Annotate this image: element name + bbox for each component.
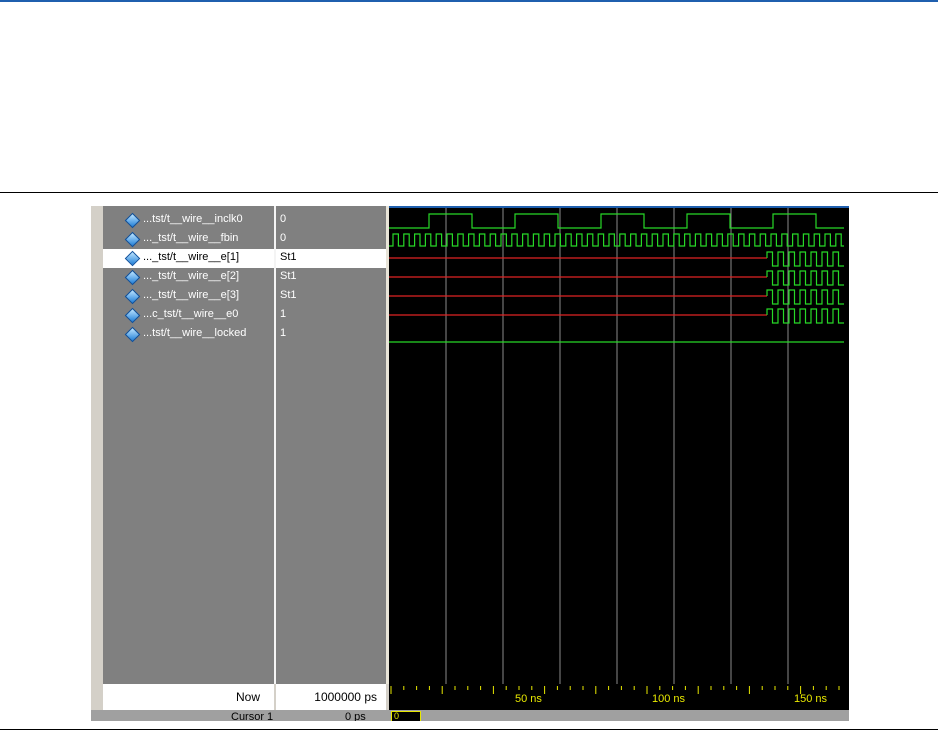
- timescale-ticks: [390, 686, 840, 694]
- signal-value: St1: [280, 270, 297, 282]
- timescale-label-100ns: 100 ns: [652, 693, 686, 705]
- now-label: Now: [235, 690, 260, 704]
- signal-value: 1: [280, 327, 287, 339]
- signal-value: 0: [280, 232, 287, 244]
- signal-row[interactable]: ...c_tst/t__wire__e0: [103, 306, 274, 325]
- value-row: St1: [276, 268, 386, 287]
- signal-name: ..._tst/t__wire__e[2]: [143, 270, 239, 282]
- wave-output-clock-2: [766, 270, 844, 286]
- signal-name: ..._tst/t__wire__e[3]: [143, 289, 239, 301]
- signal-value: 0: [280, 213, 287, 225]
- signal-diamond-icon: [124, 269, 141, 286]
- signal-value: 1: [280, 308, 287, 320]
- signal-name: ...c_tst/t__wire__e0: [143, 308, 239, 320]
- signal-diamond-icon: [124, 231, 141, 248]
- signal-diamond-icon: [124, 212, 141, 229]
- signal-row[interactable]: ...tst/t__wire__inclk0: [103, 211, 274, 230]
- signal-name: ..._tst/t__wire__e[1]: [143, 251, 239, 263]
- signal-diamond-icon: [124, 307, 141, 324]
- left-strip: [91, 206, 103, 684]
- signal-name: ...tst/t__wire__inclk0: [143, 213, 243, 225]
- cursor-label: Cursor 1: [231, 711, 274, 721]
- cursor-row[interactable]: Cursor 1 0 ps: [91, 710, 849, 721]
- signal-row-selected[interactable]: ..._tst/t__wire__e[1]: [103, 249, 274, 268]
- wave-output-clock-4: [766, 308, 844, 324]
- signal-name: ..._tst/t__wire__fbin: [143, 232, 239, 244]
- value-row: St1: [276, 287, 386, 306]
- value-row-selected: St1: [276, 249, 386, 268]
- wave-pane-top-border: [389, 206, 849, 208]
- cursor-marker[interactable]: 0: [391, 711, 421, 721]
- signal-value: St1: [280, 289, 297, 301]
- value-row: 1: [276, 306, 386, 325]
- wave-footer: Now 1000000 ps 50 ns 100 ns 150 ns Curso…: [91, 684, 849, 721]
- page-top-rule: [0, 0, 938, 2]
- waveform-pane[interactable]: [389, 206, 849, 684]
- signal-diamond-icon: [124, 326, 141, 343]
- timescale-label-50ns: 50 ns: [515, 693, 542, 705]
- waveform-canvas[interactable]: [389, 206, 849, 684]
- signal-row[interactable]: ..._tst/t__wire__e[3]: [103, 287, 274, 306]
- timescale[interactable]: 50 ns 100 ns 150 ns: [389, 684, 849, 710]
- wave-window: ...tst/t__wire__inclk0 ..._tst/t__wire__…: [91, 206, 849, 721]
- page-divider-rule: [0, 192, 938, 193]
- cursor-marker-label: 0: [394, 711, 400, 721]
- now-name-cell: Now: [103, 684, 274, 710]
- wave-output-clock-3: [766, 289, 844, 305]
- signal-name: ...tst/t__wire__locked: [143, 327, 247, 339]
- value-row: 0: [276, 211, 386, 230]
- timescale-label-150ns: 150 ns: [794, 693, 828, 705]
- signal-value: St1: [280, 251, 297, 263]
- wave-output-clock-1: [766, 251, 844, 267]
- signal-names-pane[interactable]: ...tst/t__wire__inclk0 ..._tst/t__wire__…: [103, 206, 274, 684]
- cursor-value: 0 ps: [345, 711, 366, 721]
- signal-row[interactable]: ...tst/t__wire__locked: [103, 325, 274, 344]
- signal-diamond-icon: [124, 288, 141, 305]
- value-row: 1: [276, 325, 386, 344]
- now-value-cell: 1000000 ps: [276, 684, 386, 710]
- signal-row[interactable]: ..._tst/t__wire__e[2]: [103, 268, 274, 287]
- value-row: 0: [276, 230, 386, 249]
- page-bottom-rule: [0, 729, 938, 730]
- now-value: 1000000 ps: [314, 690, 377, 704]
- signal-diamond-icon: [124, 250, 141, 267]
- signal-row[interactable]: ..._tst/t__wire__fbin: [103, 230, 274, 249]
- signal-values-pane: 0 0 St1 St1 St1 1 1: [276, 206, 386, 684]
